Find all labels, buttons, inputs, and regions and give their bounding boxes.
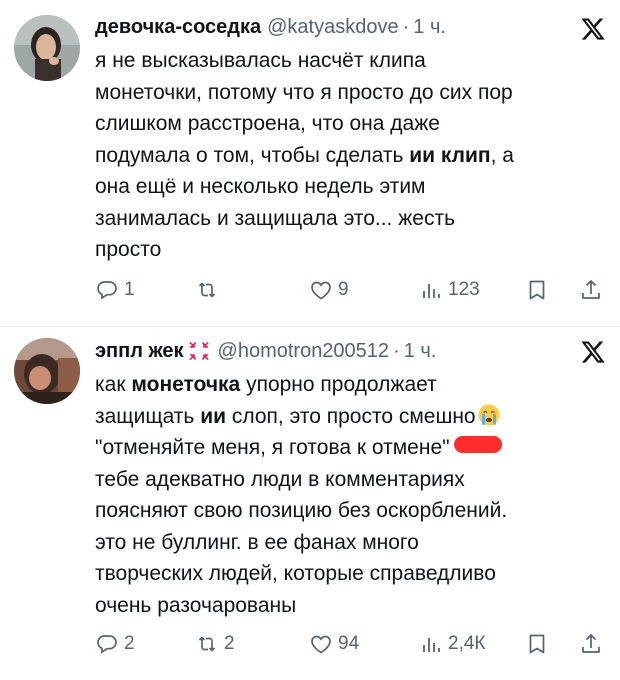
reply-button[interactable]: 2 xyxy=(95,629,135,659)
separator: · xyxy=(393,339,400,362)
reply-icon xyxy=(97,281,117,300)
text-line: поясняют свою позицию без оскорблений. xyxy=(95,499,508,522)
retweet-button[interactable]: 2 xyxy=(195,629,235,659)
bookmark-icon xyxy=(529,634,545,654)
separator: · xyxy=(402,15,410,38)
x-logo-icon[interactable] xyxy=(580,339,606,365)
x-logo-icon[interactable] xyxy=(580,16,606,42)
text-line: я не высказывалась насчёт клипа xyxy=(95,49,426,72)
views-icon xyxy=(423,284,440,298)
avatar[interactable] xyxy=(14,15,80,81)
text-line: занималась и защищала это... жесть xyxy=(95,206,456,230)
views-icon xyxy=(423,638,440,652)
text-line: "отменяйте меня, я готова к отмене" xyxy=(95,432,605,464)
redacted-mark xyxy=(453,436,502,453)
retweet-icon xyxy=(198,282,216,298)
share-button[interactable] xyxy=(579,629,603,659)
text-line: очень разочарованы xyxy=(95,593,297,617)
share-icon xyxy=(582,634,600,653)
bookmark-icon xyxy=(529,280,545,300)
retweet-button[interactable] xyxy=(195,275,224,305)
text-line: просто xyxy=(95,238,162,261)
tweet-2[interactable]: эппл жек @homotron200512 · 1 ч. как моне… xyxy=(0,326,620,680)
timestamp[interactable]: 1 ч. xyxy=(404,340,437,363)
reply-button[interactable]: 1 xyxy=(95,275,135,305)
like-button[interactable]: 94 xyxy=(309,629,359,659)
text-line: слишком расстроена, что она даже xyxy=(95,112,440,135)
reply-count: 2 xyxy=(124,633,135,654)
display-name[interactable]: эппл жек xyxy=(95,340,184,363)
like-count: 94 xyxy=(338,633,360,654)
text-line: она ещё и несколько недель этим xyxy=(95,175,426,198)
like-count: 9 xyxy=(338,279,349,300)
view-count: 2,4К xyxy=(448,633,486,654)
views-button[interactable]: 2,4К xyxy=(419,629,485,659)
bookmark-button[interactable] xyxy=(525,629,549,659)
heart-icon xyxy=(311,281,331,300)
text-line: защищать ии слоп, это просто смешно xyxy=(95,401,605,433)
action-bar: 1 9 123 xyxy=(95,275,607,305)
text-line: это не буллинг. в ее фанах много xyxy=(95,530,419,554)
text-line: творческих людей, которые справедливо xyxy=(95,562,496,585)
tweet-text: как монеточка упорно продолжает защищать… xyxy=(95,369,605,621)
views-button[interactable]: 123 xyxy=(419,275,480,305)
text-line: монеточки, потому что я просто до сих по… xyxy=(95,80,513,104)
tweet-text: я не высказывалась насчёт клипа монеточк… xyxy=(95,45,605,266)
reply-count: 1 xyxy=(124,279,135,300)
like-button[interactable]: 9 xyxy=(309,275,349,305)
handle[interactable]: @katyaskdove xyxy=(267,16,398,39)
tweet-header: эппл жек @homotron200512 · 1 ч. xyxy=(95,336,436,366)
retweet-icon xyxy=(198,636,216,652)
heart-icon xyxy=(311,635,331,654)
handle[interactable]: @homotron200512 xyxy=(218,340,390,363)
timestamp[interactable]: 1 ч. xyxy=(413,16,446,39)
avatar[interactable] xyxy=(14,338,80,404)
reply-icon xyxy=(97,635,117,654)
text-line: тебе адекватно люди в комментариях xyxy=(95,467,465,491)
view-count: 123 xyxy=(448,279,480,300)
tweet-1[interactable]: девочка-соседка @katyaskdove · 1 ч. я не… xyxy=(0,0,620,326)
bookmark-button[interactable] xyxy=(525,275,549,305)
tweet-header: девочка-соседка @katyaskdove · 1 ч. xyxy=(95,12,446,42)
crying-face-icon xyxy=(477,403,501,427)
display-name[interactable]: девочка-соседка xyxy=(95,16,261,39)
text-line: как монеточка упорно продолжает xyxy=(95,373,437,396)
text-line: подумала о том, чтобы сделать ии клип, а xyxy=(95,143,514,167)
retweet-count: 2 xyxy=(224,633,235,654)
angry-symbol-icon xyxy=(186,338,212,364)
share-icon xyxy=(582,280,600,299)
action-bar: 2 2 94 2,4К xyxy=(95,629,607,659)
share-button[interactable] xyxy=(579,275,603,305)
